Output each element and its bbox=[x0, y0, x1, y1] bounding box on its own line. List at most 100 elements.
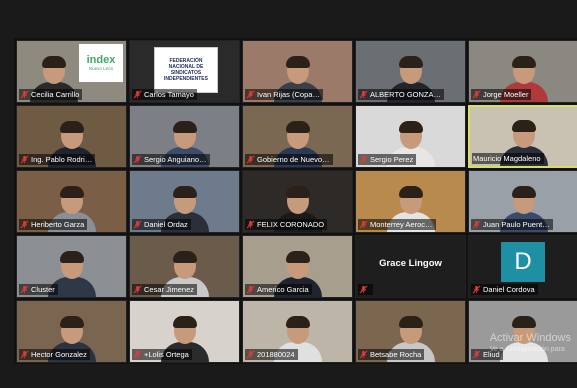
participant-name-bar: Betsabe Rocha bbox=[358, 349, 425, 360]
participant-name: Gobierno de Nuevo… bbox=[257, 155, 330, 164]
participant-name: Betsabe Rocha bbox=[370, 350, 422, 359]
participant-name-bar: Americo Garcia bbox=[245, 284, 312, 295]
muted-mic-icon bbox=[472, 90, 481, 99]
participant-name-bar: Daniel Cordova bbox=[471, 284, 538, 295]
participant-name: Americo Garcia bbox=[257, 285, 309, 294]
muted-mic-icon bbox=[133, 285, 142, 294]
participant-name: FELIX CORONADO bbox=[257, 220, 325, 229]
participant-name: Jorge Moeller bbox=[483, 90, 529, 99]
participant-name: Mauricio Magdaleno bbox=[473, 154, 541, 163]
participant-name: Heriberto Garza bbox=[31, 220, 85, 229]
participant-name-bar: Cecilia Carrillo bbox=[19, 89, 83, 100]
participant-name: Cesar Jimenez bbox=[144, 285, 195, 294]
participant-name-bar: Heriberto Garza bbox=[19, 219, 88, 230]
muted-mic-icon bbox=[472, 350, 481, 359]
participant-name: Hector Gonzalez bbox=[31, 350, 87, 359]
participant-name: Cluster bbox=[31, 285, 55, 294]
participant-name-bar: Ing. Pablo Rodri… bbox=[19, 154, 96, 165]
participant-tile[interactable]: FELIX CORONADO bbox=[242, 170, 353, 233]
participant-name-bar: Gobierno de Nuevo… bbox=[245, 154, 333, 165]
participant-tile[interactable]: Juan Paulo Puent… bbox=[468, 170, 577, 233]
participant-name: Sergio Perez bbox=[370, 155, 414, 164]
muted-mic-icon bbox=[246, 155, 255, 164]
participant-name: Daniel Ordaz bbox=[144, 220, 188, 229]
participant-name-bar: FELIX CORONADO bbox=[245, 219, 328, 230]
participant-tile[interactable]: Ing. Pablo Rodri… bbox=[16, 105, 127, 168]
muted-mic-icon bbox=[20, 350, 29, 359]
muted-mic-icon bbox=[20, 220, 29, 229]
muted-mic-icon bbox=[246, 285, 255, 294]
muted-mic-icon bbox=[359, 285, 368, 294]
participant-name: Monterrey Aeroc… bbox=[370, 220, 433, 229]
participant-name: Cecilia Carrillo bbox=[31, 90, 80, 99]
participant-name: Carlos Tamayo bbox=[144, 90, 194, 99]
participant-tile[interactable]: Mauricio Magdaleno bbox=[468, 105, 577, 168]
muted-mic-icon bbox=[359, 220, 368, 229]
participant-tile[interactable]: D Daniel Cordova bbox=[468, 235, 577, 298]
muted-mic-icon bbox=[20, 90, 29, 99]
participant-tile[interactable]: Americo Garcia bbox=[242, 235, 353, 298]
muted-mic-icon bbox=[246, 90, 255, 99]
participant-tile[interactable]: Cluster bbox=[16, 235, 127, 298]
participant-name: Ing. Pablo Rodri… bbox=[31, 155, 93, 164]
index-logo: index Nuevo León bbox=[79, 44, 123, 82]
participant-tile[interactable]: Sergio Anguiano… bbox=[129, 105, 240, 168]
muted-mic-icon bbox=[246, 220, 255, 229]
participant-grid: index Nuevo León Cecilia Carrillo FEDERACIÓ… bbox=[16, 40, 577, 363]
participant-tile[interactable]: Gobierno de Nuevo… bbox=[242, 105, 353, 168]
participant-tile[interactable]: 201880024 bbox=[242, 300, 353, 363]
participant-tile[interactable]: Betsabe Rocha bbox=[355, 300, 466, 363]
participant-name-bar: Daniel Ordaz bbox=[132, 219, 191, 230]
participant-name: Daniel Cordova bbox=[483, 285, 535, 294]
muted-mic-icon bbox=[133, 90, 142, 99]
participant-tile[interactable]: FEDERACIÓN NACIONAL DE SINDICATOS INDEPENDI… bbox=[129, 40, 240, 103]
participant-name: Juan Paulo Puent… bbox=[483, 220, 550, 229]
participant-tile[interactable]: Daniel Ordaz bbox=[129, 170, 240, 233]
participant-name-bar: Hector Gonzalez bbox=[19, 349, 90, 360]
muted-mic-icon bbox=[133, 220, 142, 229]
participant-name-bar: Mauricio Magdaleno bbox=[472, 153, 544, 164]
windows-activation-watermark: Activar Windows Ve a Configuración para bbox=[490, 332, 571, 354]
participant-tile[interactable]: index Nuevo León Cecilia Carrillo bbox=[16, 40, 127, 103]
participant-name-bar bbox=[358, 284, 373, 295]
participant-name-bar: Cesar Jimenez bbox=[132, 284, 198, 295]
participant-name-bar: Sergio Anguiano… bbox=[132, 154, 210, 165]
participant-tile[interactable]: Heriberto Garza bbox=[16, 170, 127, 233]
muted-mic-icon bbox=[472, 285, 481, 294]
participant-name-bar: +Lolis Ortega bbox=[132, 349, 192, 360]
participant-name: 201880024 bbox=[257, 350, 295, 359]
avatar: D bbox=[501, 242, 545, 282]
participant-name-bar: 201880024 bbox=[245, 349, 298, 360]
participant-name: Sergio Anguiano… bbox=[144, 155, 207, 164]
watermark-subtitle: Ve a Configuración para bbox=[489, 346, 565, 353]
participant-tile[interactable]: ALBERTO GONZA… bbox=[355, 40, 466, 103]
participant-name-bar: Juan Paulo Puent… bbox=[471, 219, 553, 230]
participant-tile[interactable]: Jorge Moeller bbox=[468, 40, 577, 103]
video-gallery: index Nuevo León Cecilia Carrillo FEDERACIÓ… bbox=[14, 38, 577, 364]
participant-name-bar: Carlos Tamayo bbox=[132, 89, 197, 100]
muted-mic-icon bbox=[133, 155, 142, 164]
participant-name-bar: Sergio Perez bbox=[358, 154, 417, 165]
muted-mic-icon bbox=[246, 350, 255, 359]
index-logo-subtitle: Nuevo León bbox=[88, 65, 114, 71]
muted-mic-icon bbox=[359, 90, 368, 99]
participant-tile[interactable]: Hector Gonzalez bbox=[16, 300, 127, 363]
participant-tile[interactable]: Grace Lingow bbox=[355, 235, 466, 298]
participant-name-bar: Jorge Moeller bbox=[471, 89, 532, 100]
participant-name-bar: Ivan Rijas (Copa… bbox=[245, 89, 323, 100]
watermark-title: Activar Windows bbox=[489, 332, 571, 344]
participant-name-bar: Monterrey Aeroc… bbox=[358, 219, 436, 230]
participant-tile[interactable]: Sergio Perez bbox=[355, 105, 466, 168]
participant-tile[interactable]: Ivan Rijas (Copa… bbox=[242, 40, 353, 103]
participant-tile[interactable]: Monterrey Aeroc… bbox=[355, 170, 466, 233]
participant-tile[interactable]: +Lolis Ortega bbox=[129, 300, 240, 363]
muted-mic-icon bbox=[472, 220, 481, 229]
participant-tile[interactable]: Cesar Jimenez bbox=[129, 235, 240, 298]
participant-display-name: Grace Lingow bbox=[379, 258, 442, 269]
participant-name: Ivan Rijas (Copa… bbox=[257, 90, 320, 99]
participant-name-bar: Cluster bbox=[19, 284, 58, 295]
muted-mic-icon bbox=[359, 155, 368, 164]
index-logo-word: index bbox=[86, 53, 116, 66]
logo-text-line: INDEPENDIENTES bbox=[164, 76, 208, 82]
muted-mic-icon bbox=[359, 350, 368, 359]
